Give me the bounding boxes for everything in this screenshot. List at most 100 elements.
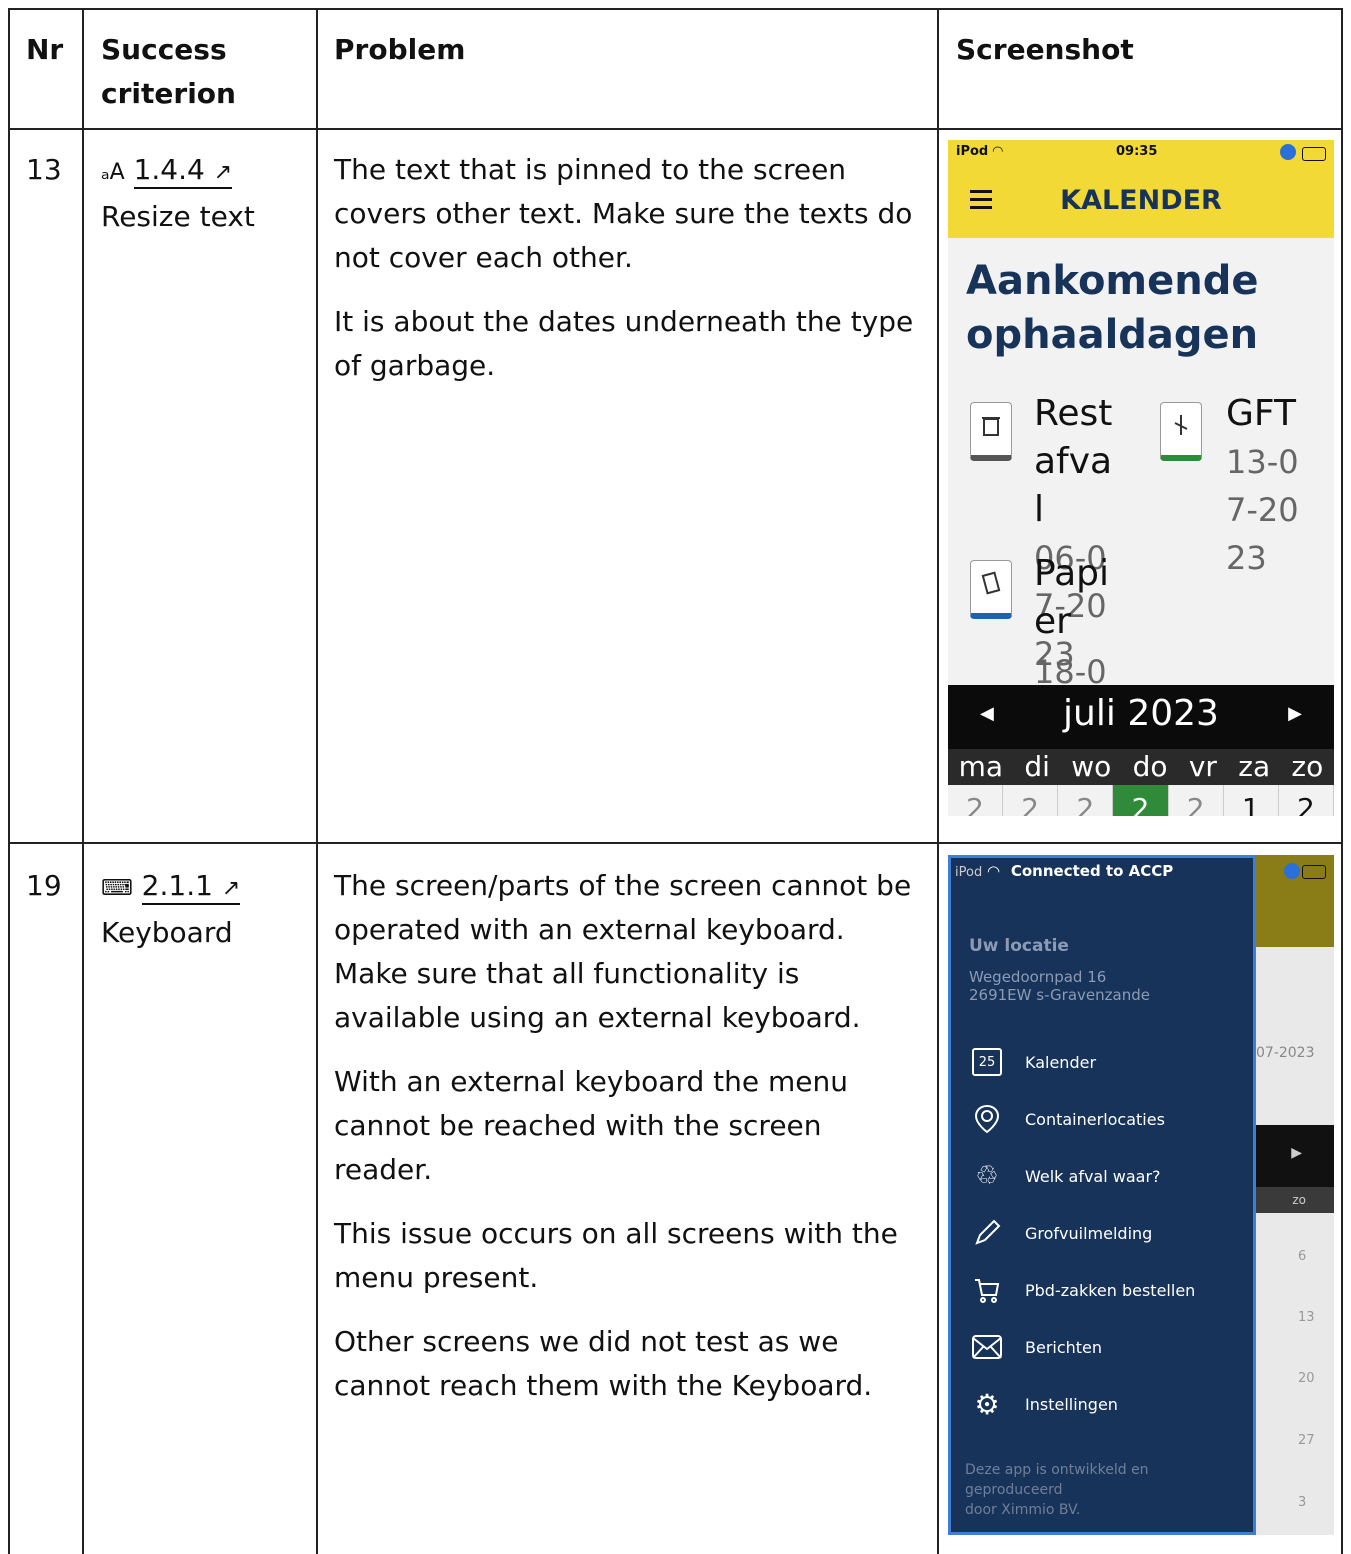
device-label: iPod xyxy=(956,144,989,159)
status-time: 09:35 xyxy=(1116,144,1158,159)
side-menu: iPod ◠ Connected to ACCP Uw locatie Wege… xyxy=(948,855,1256,1535)
footer-line: Deze app is ontwikkeld en xyxy=(965,1462,1149,1478)
menu-item-grofvuilmelding[interactable]: Grofvuilmelding xyxy=(969,1213,1152,1253)
calendar-icon: 25 xyxy=(969,1046,1005,1078)
header-nr: Nr xyxy=(26,33,64,66)
weekday: vr xyxy=(1188,750,1217,783)
page-title: KALENDER xyxy=(1060,185,1222,216)
month-bar: ◀ juli 2023 ▶ xyxy=(948,685,1334,749)
behind-day: 3 xyxy=(1298,1495,1307,1510)
status-bar: iPod ◠ 09:35 xyxy=(956,144,1326,166)
date-line: 23 xyxy=(1226,539,1267,577)
rest-label: Rest afva l xyxy=(1034,390,1112,534)
table-border-top xyxy=(8,8,1343,10)
day-cell[interactable]: 2 xyxy=(1003,785,1059,816)
table-divider-3 xyxy=(937,8,939,1554)
pencil-icon xyxy=(969,1217,1005,1249)
address: Wegedoornpad 16 2691EW s-Gravenzande xyxy=(969,968,1150,1004)
rest-bin-icon xyxy=(970,402,1012,461)
criterion-cell: ₐA 1.4.4 ↗ Resize text xyxy=(101,148,311,239)
address-line: 2691EW s-Gravenzande xyxy=(969,986,1150,1004)
criterion-name: Keyboard xyxy=(101,916,233,949)
dimmed-month-bar: ▶ xyxy=(1248,1125,1334,1187)
keyboard-icon: ⌨ xyxy=(101,876,133,901)
menu-item-welk-afval-waar[interactable]: ♲ Welk afval waar? xyxy=(969,1156,1161,1196)
day-cell[interactable]: 2 xyxy=(1113,785,1169,816)
next-month-icon[interactable]: ▶ xyxy=(1288,703,1302,724)
wifi-icon: ◠ xyxy=(986,862,1001,880)
weekday: do xyxy=(1132,750,1168,783)
rest-line: l xyxy=(1034,489,1045,530)
menu-item-instellingen[interactable]: ⚙ Instellingen xyxy=(969,1384,1118,1424)
header-criterion: Success criterion xyxy=(101,33,236,110)
papier-line: er xyxy=(1034,601,1071,642)
criterion-link[interactable]: 1.4.4 ↗ xyxy=(133,153,233,189)
cart-icon xyxy=(969,1274,1005,1306)
menu-label: Grofvuilmelding xyxy=(1025,1223,1153,1243)
table-border-left xyxy=(8,8,10,1554)
menu-label: Welk afval waar? xyxy=(1025,1166,1161,1186)
rest-line: Rest xyxy=(1034,393,1113,434)
gft-bin-icon xyxy=(1160,402,1202,461)
behind-weekday-bar: zo xyxy=(1248,1187,1334,1213)
menu-label: Pbd-zakken bestellen xyxy=(1025,1280,1196,1300)
rest-line: afva xyxy=(1034,441,1113,482)
criterion-cell: ⌨ 2.1.1 ↗ Keyboard xyxy=(101,864,311,955)
problem-paragraph: The text that is pinned to the screen co… xyxy=(334,153,913,274)
weekday: ma xyxy=(958,750,1004,783)
criterion-name: Resize text xyxy=(101,200,255,233)
weekday-row: ma di wo do vr za zo xyxy=(948,749,1334,785)
heading-line: Aankomende xyxy=(966,258,1259,304)
section-heading: Aankomende ophaaldagen xyxy=(966,254,1258,362)
weekday: za xyxy=(1238,750,1271,783)
row-divider xyxy=(8,842,1343,844)
menu-label: Kalender xyxy=(1025,1052,1097,1072)
recycle-icon: ♲ xyxy=(975,1161,999,1191)
menu-label: Berichten xyxy=(1025,1337,1103,1357)
menu-label: Instellingen xyxy=(1025,1394,1118,1414)
papier-label: Papi er xyxy=(1034,550,1109,646)
menu-item-pbd-zakken[interactable]: Pbd-zakken bestellen xyxy=(969,1270,1195,1310)
microphone-icon xyxy=(1284,863,1300,879)
menu-item-berichten[interactable]: Berichten xyxy=(969,1327,1102,1367)
criterion-code: 2.1.1 xyxy=(141,869,213,902)
day-cell[interactable]: 2 xyxy=(1058,785,1114,816)
weekday: di xyxy=(1024,750,1050,783)
problem-paragraph: The screen/parts of the screen cannot be… xyxy=(334,869,912,1034)
header-problem: Problem xyxy=(334,33,466,66)
problem-paragraph: With an external keyboard the menu canno… xyxy=(334,1065,849,1186)
day-cell[interactable]: 2 xyxy=(948,785,1004,816)
external-link-icon: ↗ xyxy=(213,160,233,185)
header-screenshot: Screenshot xyxy=(956,33,1134,66)
problem-paragraph: This issue occurs on all screens with th… xyxy=(334,1217,898,1294)
text-resize-icon: ₐA xyxy=(101,160,125,185)
gft-date: 13-0 7-20 23 xyxy=(1226,438,1299,582)
next-month-icon: ▶ xyxy=(1291,1145,1302,1161)
date-line: 7-20 xyxy=(1226,491,1299,529)
menu-item-kalender[interactable]: 25 Kalender xyxy=(969,1042,1096,1082)
battery-icon xyxy=(1302,865,1326,879)
footer-line: geproduceerd xyxy=(965,1482,1063,1498)
behind-day: 20 xyxy=(1298,1371,1315,1386)
location-label: Uw locatie xyxy=(969,936,1069,956)
day-cell[interactable]: 2 xyxy=(1279,785,1334,816)
day-cell[interactable]: 2 xyxy=(1169,785,1224,816)
problem-paragraph: Other screens we did not test as we cann… xyxy=(334,1325,873,1402)
criterion-link[interactable]: 2.1.1 ↗ xyxy=(141,869,241,905)
microphone-icon xyxy=(1280,144,1296,160)
heading-line: ophaaldagen xyxy=(966,312,1259,358)
day-cell[interactable]: 1 xyxy=(1224,785,1279,816)
weekday: zo xyxy=(1291,750,1324,783)
menu-footer: Deze app is ontwikkeld en geproduceerd d… xyxy=(965,1460,1149,1520)
screenshot-menu: 07-2023 ▶ zo 6 13 20 27 3 iPod ◠ Connect… xyxy=(948,855,1334,1535)
menu-label: Containerlocaties xyxy=(1025,1109,1165,1129)
behind-day: 6 xyxy=(1298,1249,1307,1264)
date-line: 13-0 xyxy=(1226,443,1299,481)
app-header: iPod ◠ 09:35 KALENDER xyxy=(948,140,1334,238)
papier-bin-icon xyxy=(970,560,1012,619)
menu-item-containerlocaties[interactable]: Containerlocaties xyxy=(969,1099,1165,1139)
row-nr: 19 xyxy=(26,869,62,902)
behind-day: 27 xyxy=(1298,1433,1315,1448)
footer-line: door Ximmio BV. xyxy=(965,1502,1081,1518)
behind-date: 07-2023 xyxy=(1256,1045,1315,1061)
